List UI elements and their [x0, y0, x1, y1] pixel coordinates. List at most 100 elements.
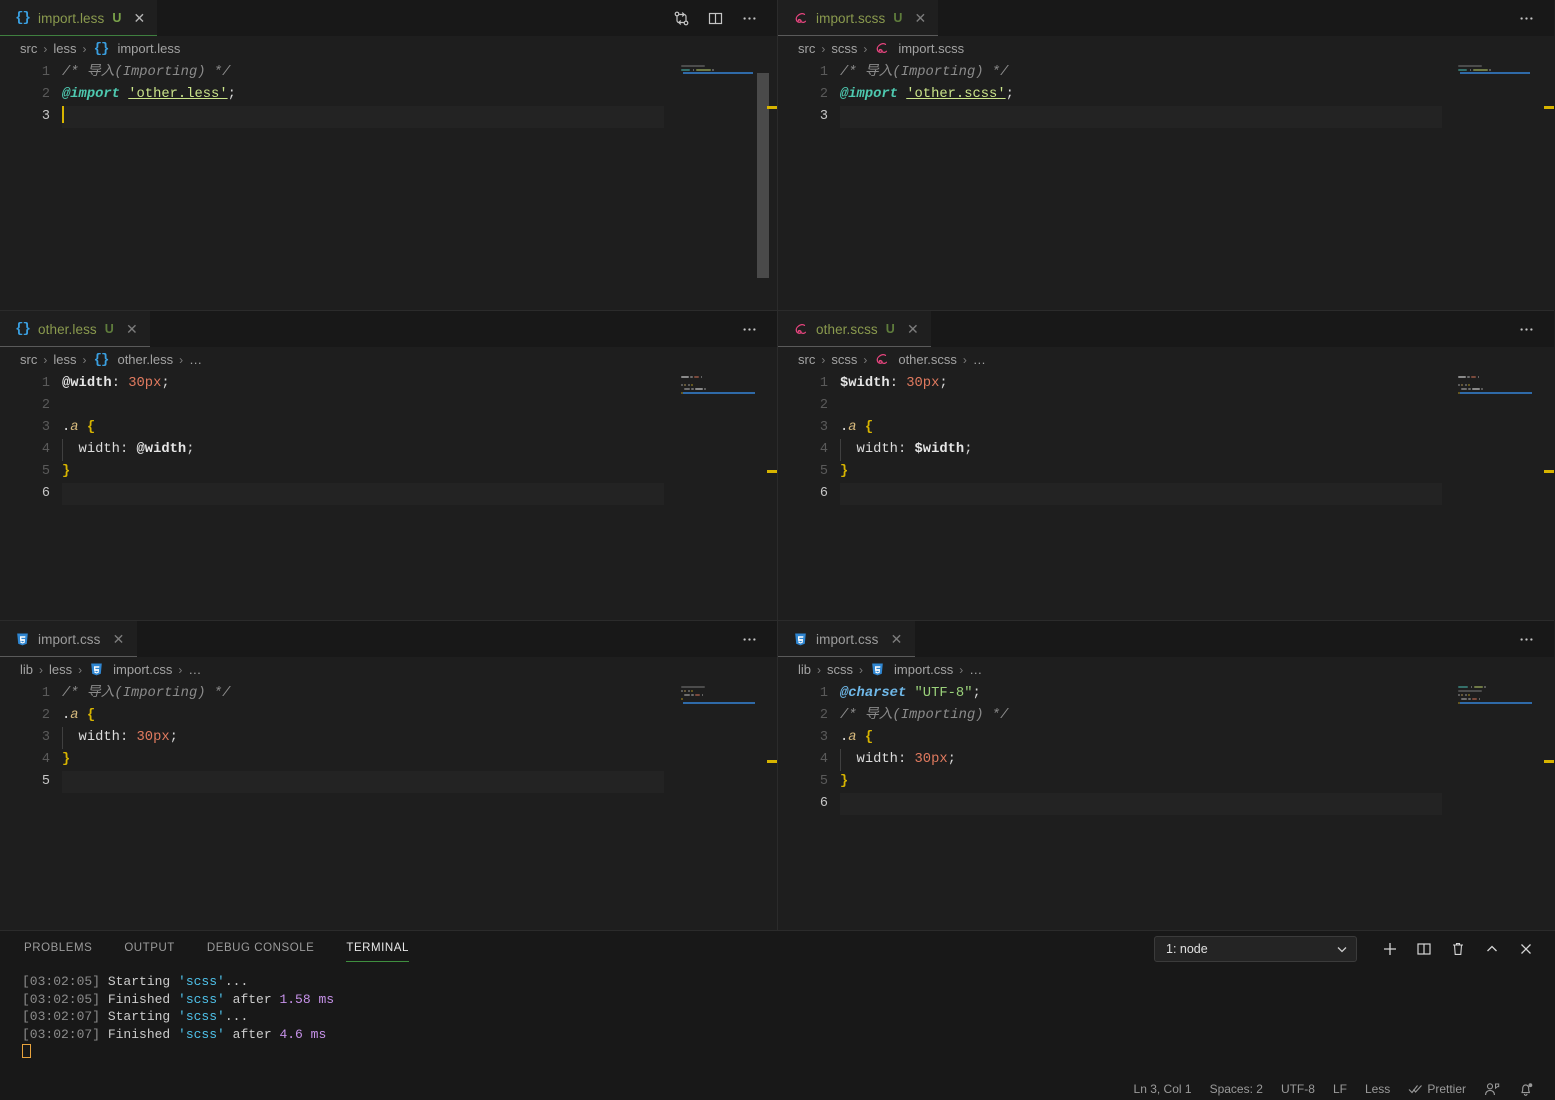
code-pane-bot-right[interactable]: 1 2 3 4 5 6 @charset "UTF-8"; /* 导入(Importing) …: [778, 682, 1554, 930]
editor-group-bot-right: import.css ✕ lib › scss › import.css › … 1 2 3 4 5 6 @c…: [777, 620, 1554, 930]
close-icon[interactable]: ✕: [889, 632, 905, 646]
tab-import-less[interactable]: {} import.less U ✕: [0, 0, 158, 36]
tab-bar-bot-left: import.css ✕: [0, 621, 777, 657]
more-actions-icon[interactable]: [735, 5, 763, 31]
breadcrumb-overflow[interactable]: …: [189, 352, 203, 367]
code-content-mid-right: $width: 30px; .a { width: $width;}: [840, 372, 1554, 620]
css-file-icon: [14, 631, 31, 647]
breadcrumb-overflow[interactable]: …: [969, 662, 983, 677]
tab-other-scss[interactable]: other.scss U ✕: [778, 311, 931, 347]
panel-tab-terminal[interactable]: TERMINAL: [346, 936, 409, 962]
terminal-output[interactable]: [03:02:05] Starting 'scss'... [03:02:05] …: [0, 967, 1555, 1078]
indent-guide: [62, 727, 63, 749]
close-icon[interactable]: ✕: [131, 11, 147, 25]
tab-import-scss[interactable]: import.scss U ✕: [778, 0, 939, 36]
terminal-token: Finished: [100, 991, 179, 1007]
overview-ruler-marker: [767, 470, 777, 473]
breadcrumb-item[interactable]: import.scss: [898, 41, 964, 56]
code-pane-top-left[interactable]: 1 2 3 /* 导入(Importing) */ @import 'other.les…: [0, 61, 777, 310]
more-actions-icon[interactable]: [1512, 316, 1540, 342]
breadcrumb-item[interactable]: src: [20, 352, 37, 367]
code-token: a: [70, 420, 79, 435]
status-encoding[interactable]: UTF-8: [1272, 1078, 1324, 1100]
code-pane-bot-left[interactable]: 1 2 3 4 5 /* 导入(Importing) */ .a { width: 30px…: [0, 682, 777, 930]
editor-actions-bot-left: [735, 621, 777, 657]
editor-group-bot-left: import.css ✕ lib › less › import.css › … 1 2 3 4 5 /* …: [0, 620, 777, 930]
code-pane-mid-left[interactable]: 1 2 3 4 5 6 @width: 30px; .a { width: @width;}: [0, 372, 777, 620]
breadcrumb-item[interactable]: src: [798, 352, 815, 367]
status-indentation[interactable]: Spaces: 2: [1201, 1078, 1272, 1100]
new-terminal-button[interactable]: [1375, 936, 1405, 962]
breadcrumb-item[interactable]: other.less: [117, 352, 173, 367]
panel-tab-problems[interactable]: PROBLEMS: [24, 936, 92, 962]
breadcrumb-item[interactable]: scss: [831, 41, 857, 56]
terminal-prompt-line: [22, 1043, 1555, 1061]
compare-changes-icon[interactable]: [667, 5, 695, 31]
breadcrumb-item[interactable]: lib: [20, 662, 33, 677]
tab-label: other.scss: [816, 321, 878, 337]
tab-import-css[interactable]: import.css ✕: [778, 621, 915, 657]
editor-vertical-scrollbar[interactable]: [757, 73, 769, 278]
panel-tab-debug-console[interactable]: DEBUG CONSOLE: [207, 936, 314, 962]
maximize-panel-button[interactable]: [1477, 936, 1507, 962]
panel-tab-output[interactable]: OUTPUT: [124, 936, 175, 962]
code-token: :: [897, 752, 915, 767]
status-remote-account[interactable]: [1475, 1082, 1509, 1097]
code-pane-mid-right[interactable]: 1 2 3 4 5 6 $width: 30px; .a { width: $width;}: [778, 372, 1554, 620]
line-number: 1: [41, 686, 50, 701]
breadcrumb-separator: ›: [821, 352, 826, 367]
tab-import-css[interactable]: import.css ✕: [0, 621, 137, 657]
line-number: 5: [819, 774, 828, 789]
more-actions-icon[interactable]: [1512, 626, 1540, 652]
close-icon[interactable]: ✕: [905, 322, 921, 336]
kill-terminal-button[interactable]: [1443, 936, 1473, 962]
breadcrumb-item[interactable]: src: [798, 41, 815, 56]
breadcrumb-overflow[interactable]: …: [188, 662, 202, 677]
breadcrumb-separator: ›: [817, 662, 822, 677]
breadcrumb-item[interactable]: src: [20, 41, 37, 56]
breadcrumb-overflow[interactable]: …: [973, 352, 987, 367]
breadcrumb-item[interactable]: import.less: [117, 41, 180, 56]
more-actions-icon[interactable]: [735, 626, 763, 652]
close-panel-button[interactable]: [1511, 936, 1541, 962]
code-token: }: [840, 464, 849, 479]
close-icon[interactable]: ✕: [111, 632, 127, 646]
breadcrumb-item[interactable]: lib: [798, 662, 811, 677]
breadcrumb-item[interactable]: scss: [827, 662, 853, 677]
status-notifications[interactable]: [1509, 1082, 1543, 1097]
split-terminal-button[interactable]: [1409, 936, 1439, 962]
status-language-mode[interactable]: Less: [1356, 1078, 1399, 1100]
status-prettier-status[interactable]: Prettier: [1399, 1078, 1475, 1100]
line-number: 5: [41, 464, 50, 479]
code-line: /* 导入(Importing) */: [62, 683, 777, 705]
more-actions-icon[interactable]: [735, 316, 763, 342]
tab-other-less[interactable]: {} other.less U ✕: [0, 311, 150, 347]
close-icon[interactable]: ✕: [124, 322, 140, 336]
split-editor-icon[interactable]: [701, 5, 729, 31]
editor-actions-top-left: [667, 0, 777, 36]
breadcrumb-item[interactable]: less: [53, 41, 76, 56]
more-actions-icon[interactable]: [1512, 5, 1540, 31]
terminal-select[interactable]: 1: node: [1154, 936, 1357, 962]
code-token: ;: [186, 442, 195, 457]
tab-bar-mid-left: {} other.less U ✕: [0, 311, 777, 347]
breadcrumb-item[interactable]: less: [49, 662, 72, 677]
code-line: .a {: [62, 705, 777, 727]
code-line: /* 导入(Importing) */: [840, 705, 1554, 727]
checkmarks-icon: [1408, 1083, 1423, 1095]
editor-group-mid-right: other.scss U ✕ src › scss › other.scss › … 1 2 3 4 5 6 $…: [777, 310, 1554, 620]
breadcrumb-item[interactable]: import.css: [113, 662, 172, 677]
breadcrumb-item[interactable]: scss: [831, 352, 857, 367]
close-icon[interactable]: ✕: [912, 11, 928, 25]
code-token: width: [840, 752, 898, 767]
breadcrumb-item[interactable]: import.css: [894, 662, 953, 677]
breadcrumb-item[interactable]: other.scss: [898, 352, 957, 367]
breadcrumb-top-left: src › less › {} import.less: [0, 36, 777, 61]
code-token: @width: [62, 376, 112, 391]
terminal-line: [03:02:07] Finished 'scss' after 4.6 ms: [22, 1026, 1555, 1044]
breadcrumb-item[interactable]: less: [53, 352, 76, 367]
code-pane-top-right[interactable]: 1 2 3 /* 导入(Importing) */ @import 'other.scs…: [778, 61, 1554, 310]
status-editor-position[interactable]: Ln 3, Col 1: [1125, 1078, 1201, 1100]
status-eol[interactable]: LF: [1324, 1078, 1356, 1100]
